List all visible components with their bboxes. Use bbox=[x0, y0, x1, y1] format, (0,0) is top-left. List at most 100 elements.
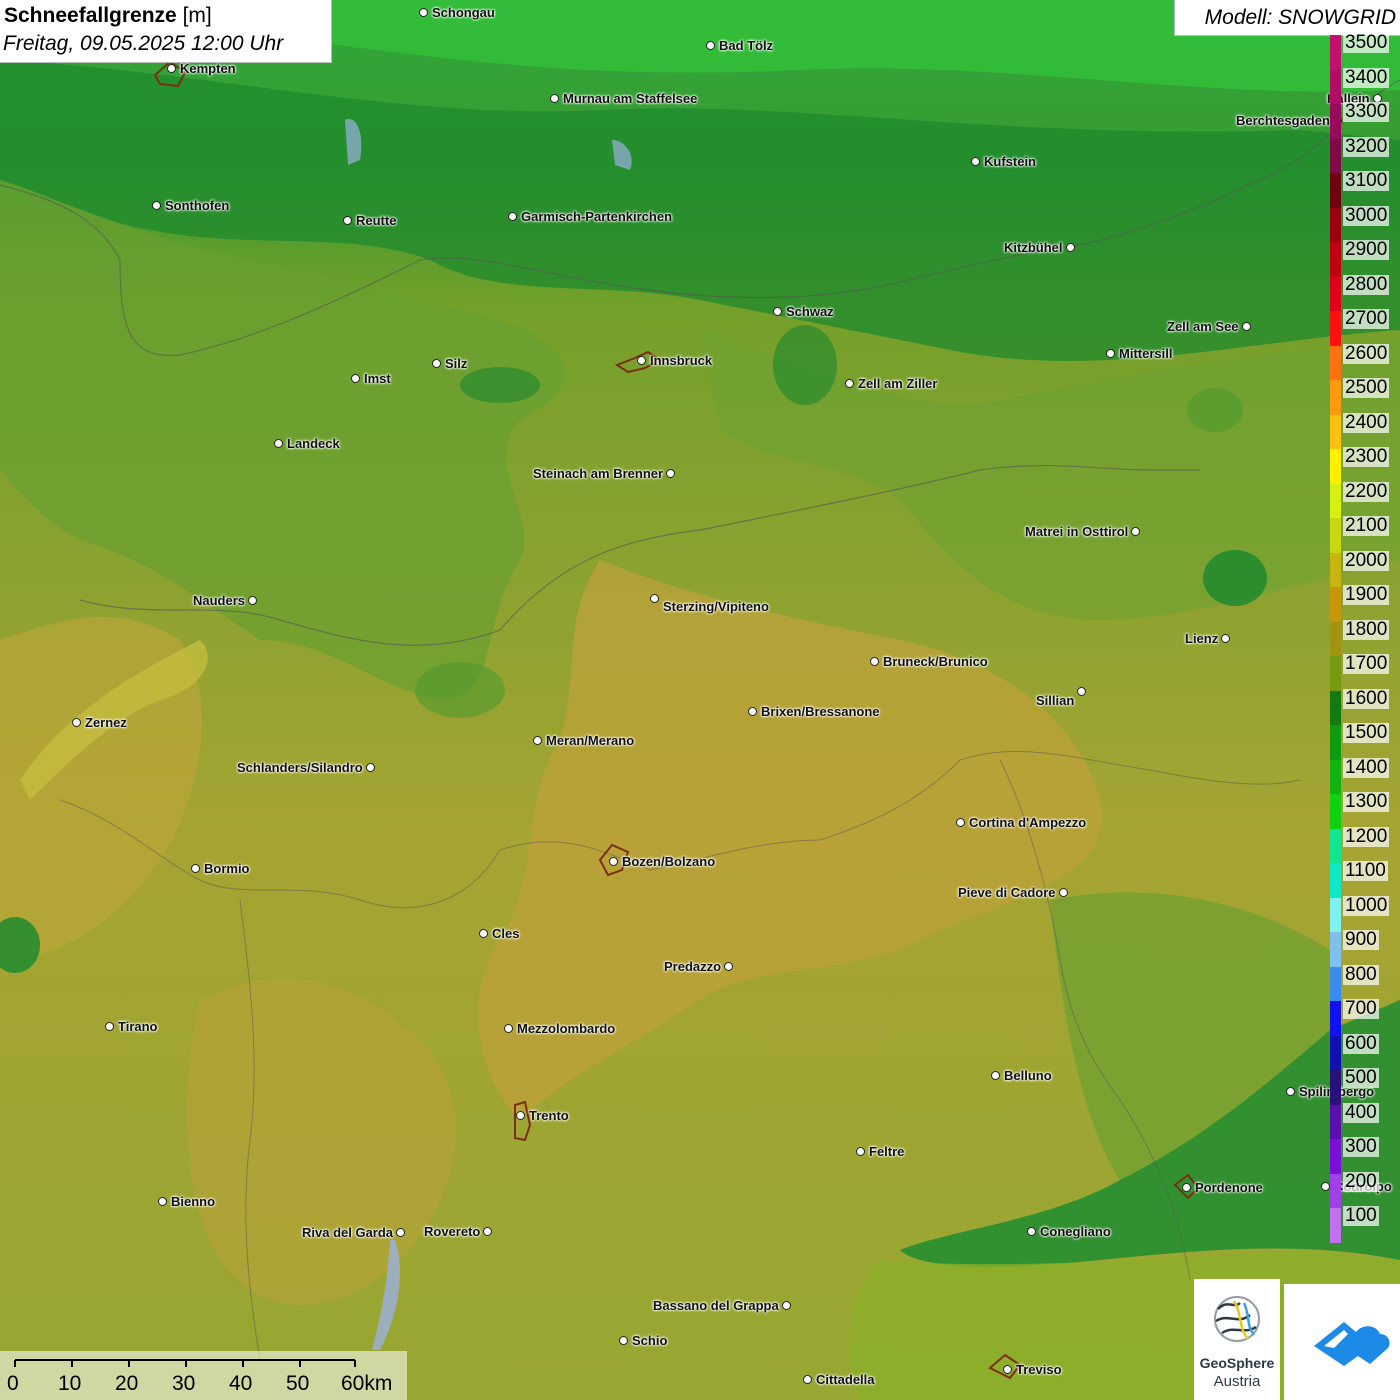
city-label[interactable]: Sonthofen bbox=[165, 199, 229, 213]
legend-swatch bbox=[1330, 725, 1341, 760]
patch-green-5 bbox=[415, 662, 505, 718]
city-label[interactable]: Mittersill bbox=[1119, 347, 1172, 361]
city-marker bbox=[991, 1071, 1000, 1080]
patch-green-1 bbox=[460, 367, 540, 403]
city-label[interactable]: Brixen/Bressanone bbox=[761, 705, 880, 719]
city-label[interactable]: Kempten bbox=[180, 62, 236, 76]
legend-swatch bbox=[1330, 552, 1341, 588]
city-label[interactable]: Kitzbühel bbox=[1004, 241, 1063, 255]
scale-tick-label: 60km bbox=[341, 1372, 393, 1395]
city-marker bbox=[1106, 349, 1115, 358]
city-label[interactable]: Sillian bbox=[1036, 694, 1074, 708]
legend-label: 1000 bbox=[1343, 894, 1390, 916]
city-label[interactable]: Bassano del Grappa bbox=[653, 1299, 779, 1313]
color-legend: 3500 3400 3300 3200 3100 3000 2900 2800 2700 2600… bbox=[1330, 33, 1400, 1243]
city-marker bbox=[152, 201, 161, 210]
legend-label: 3300 bbox=[1343, 101, 1390, 122]
city-label[interactable]: Trento bbox=[529, 1109, 569, 1123]
legend-label: 2300 bbox=[1343, 446, 1390, 467]
city-marker bbox=[609, 857, 618, 866]
city-marker bbox=[248, 596, 257, 605]
city-marker bbox=[343, 216, 352, 225]
legend-label: 2800 bbox=[1343, 273, 1390, 295]
legend-label: 2500 bbox=[1343, 377, 1390, 398]
city-label[interactable]: Schio bbox=[632, 1334, 667, 1348]
city-label[interactable]: Bozen/Bolzano bbox=[622, 855, 715, 869]
city-label[interactable]: Imst bbox=[364, 372, 391, 386]
city-label[interactable]: Rovereto bbox=[424, 1225, 480, 1239]
city-label[interactable]: Reutte bbox=[356, 214, 396, 228]
city-marker bbox=[870, 657, 879, 666]
legend-swatch bbox=[1330, 966, 1341, 1002]
city-label[interactable]: Matrei in Osttirol bbox=[1025, 525, 1128, 539]
city-label[interactable]: Cortina d'Ampezzo bbox=[969, 816, 1086, 830]
city-label[interactable]: Pordenone bbox=[1195, 1181, 1263, 1195]
patch-green-6 bbox=[1187, 388, 1243, 432]
legend-swatch bbox=[1330, 828, 1341, 864]
legend-swatch bbox=[1330, 518, 1341, 553]
city-label[interactable]: Sterzing/Vipiteno bbox=[663, 600, 769, 614]
city-label[interactable]: Innsbruck bbox=[650, 354, 712, 368]
city-label[interactable]: Lienz bbox=[1185, 632, 1218, 646]
legend-swatch bbox=[1330, 621, 1341, 657]
city-label[interactable]: Bormio bbox=[204, 862, 250, 876]
city-marker bbox=[396, 1228, 405, 1237]
city-marker bbox=[845, 379, 854, 388]
title-bold: Schneefallgrenze bbox=[4, 4, 177, 27]
city-label[interactable]: Kufstein bbox=[984, 155, 1036, 169]
city-label[interactable]: Bienno bbox=[171, 1195, 215, 1209]
legend-label: 2600 bbox=[1343, 342, 1390, 364]
city-label[interactable]: Tirano bbox=[118, 1020, 158, 1034]
city-label[interactable]: Schwaz bbox=[786, 305, 834, 319]
city-label[interactable]: Landeck bbox=[287, 437, 340, 451]
city-label[interactable]: Mezzolombardo bbox=[517, 1022, 615, 1036]
city-label[interactable]: Cles bbox=[492, 927, 519, 941]
city-label[interactable]: Riva del Garda bbox=[302, 1226, 393, 1240]
legend-swatch bbox=[1330, 449, 1341, 484]
scale-tick-label: 0 bbox=[7, 1372, 19, 1395]
city-marker bbox=[191, 864, 200, 873]
city-label[interactable]: Pieve di Cadore bbox=[958, 886, 1056, 900]
city-label[interactable]: Berchtesgaden bbox=[1236, 114, 1330, 128]
legend-swatch bbox=[1330, 207, 1341, 243]
city-label[interactable]: Garmisch-Partenkirchen bbox=[521, 210, 672, 224]
city-label[interactable]: Feltre bbox=[869, 1145, 904, 1159]
city-label[interactable]: Bruneck/Brunico bbox=[883, 655, 988, 669]
city-label[interactable]: Schongau bbox=[432, 6, 495, 20]
scale-tick-label: 20 bbox=[115, 1372, 139, 1395]
map-title: Schneefallgrenze [m] bbox=[4, 4, 212, 28]
model-panel: Modell: SNOWGRID bbox=[1174, 0, 1400, 36]
city-label[interactable]: Nauders bbox=[193, 594, 245, 608]
legend-swatch bbox=[1330, 656, 1341, 691]
city-label[interactable]: Silz bbox=[445, 357, 467, 371]
city-label[interactable]: Belluno bbox=[1004, 1069, 1052, 1083]
legend-label: 400 bbox=[1343, 1101, 1379, 1123]
legend-label: 200 bbox=[1343, 1170, 1379, 1192]
weather-app-logo[interactable] bbox=[1284, 1284, 1400, 1400]
city-marker bbox=[724, 962, 733, 971]
city-label[interactable]: Meran/Merano bbox=[546, 734, 634, 748]
city-marker bbox=[550, 94, 559, 103]
legend-swatch bbox=[1330, 311, 1341, 346]
city-label[interactable]: Bad Tölz bbox=[719, 39, 773, 53]
legend-swatch bbox=[1330, 483, 1341, 519]
city-marker bbox=[72, 718, 81, 727]
city-label[interactable]: Cittadella bbox=[816, 1373, 875, 1387]
city-marker bbox=[1077, 687, 1086, 696]
legend-swatch bbox=[1330, 69, 1341, 105]
city-marker bbox=[619, 1336, 628, 1345]
city-label[interactable]: Predazzo bbox=[664, 960, 721, 974]
city-label[interactable]: Treviso bbox=[1016, 1363, 1062, 1377]
geosphere-austria-logo[interactable]: GeoSphere Austria bbox=[1194, 1279, 1280, 1400]
scale-tick-label: 50 bbox=[286, 1372, 310, 1395]
city-label[interactable]: Murnau am Staffelsee bbox=[563, 92, 697, 106]
city-label[interactable]: Zell am See bbox=[1167, 320, 1239, 334]
city-label[interactable]: Zell am Ziller bbox=[858, 377, 937, 391]
city-label[interactable]: Steinach am Brenner bbox=[533, 467, 663, 481]
geosphere-emblem-icon bbox=[1214, 1296, 1260, 1342]
city-label[interactable]: Schlanders/Silandro bbox=[237, 761, 363, 775]
city-label[interactable]: Zernez bbox=[85, 716, 127, 730]
city-marker bbox=[956, 818, 965, 827]
city-label[interactable]: Conegliano bbox=[1040, 1225, 1111, 1239]
legend-label: 1800 bbox=[1343, 618, 1390, 640]
